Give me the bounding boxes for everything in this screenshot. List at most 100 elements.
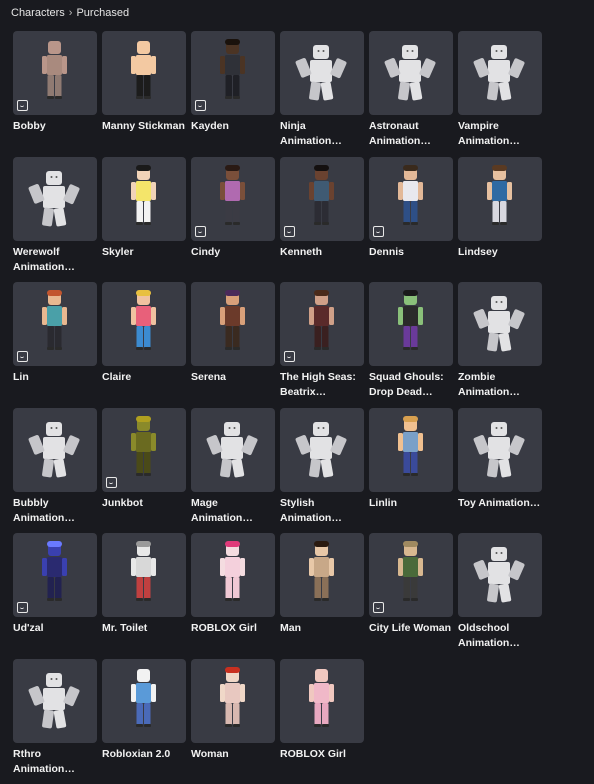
character-card[interactable]: Toy Animation… <box>458 408 542 534</box>
bundle-badge-icon <box>195 100 206 111</box>
character-avatar-icon <box>280 533 364 617</box>
breadcrumb-characters-link[interactable]: Characters <box>11 7 65 19</box>
character-card[interactable]: The High Seas: Beatrix… <box>280 282 364 408</box>
character-name: City Life Woman <box>369 621 453 636</box>
character-name: ROBLOX Girl <box>280 747 364 762</box>
character-card[interactable]: Kenneth <box>280 157 364 283</box>
character-card[interactable]: Rthro Animation… <box>13 659 97 784</box>
character-card[interactable]: Manny Stickman <box>102 31 186 157</box>
character-card[interactable]: Woman <box>191 659 275 784</box>
character-name: Lindsey <box>458 245 542 260</box>
character-thumbnail[interactable] <box>102 408 186 492</box>
character-card[interactable]: Lindsey <box>458 157 542 283</box>
character-card[interactable]: ROBLOX Girl <box>280 659 364 784</box>
character-thumbnail[interactable] <box>13 408 97 492</box>
breadcrumb-current: Purchased <box>76 7 129 19</box>
character-thumbnail[interactable] <box>369 533 453 617</box>
character-thumbnail[interactable] <box>280 533 364 617</box>
character-card[interactable]: Ninja Animation… <box>280 31 364 157</box>
animation-figure-icon <box>458 31 542 115</box>
character-name: Vampire Animation… <box>458 119 542 149</box>
character-card[interactable]: Claire <box>102 282 186 408</box>
character-thumbnail[interactable] <box>102 157 186 241</box>
character-name: Junkbot <box>102 496 186 511</box>
character-card[interactable]: Mr. Toilet <box>102 533 186 659</box>
character-thumbnail[interactable] <box>191 282 275 366</box>
character-thumbnail[interactable] <box>191 659 275 743</box>
character-card[interactable]: Linlin <box>369 408 453 534</box>
character-card[interactable]: Werewolf Animation… <box>13 157 97 283</box>
character-card[interactable]: Junkbot <box>102 408 186 534</box>
character-card[interactable]: Bobby <box>13 31 97 157</box>
breadcrumb: Characters › Purchased <box>11 6 129 20</box>
character-thumbnail[interactable] <box>191 157 275 241</box>
character-name: Mr. Toilet <box>102 621 186 636</box>
character-card[interactable]: Cindy <box>191 157 275 283</box>
character-thumbnail[interactable] <box>191 31 275 115</box>
character-card[interactable]: Ud'zal <box>13 533 97 659</box>
character-name: Bubbly Animation… <box>13 496 97 526</box>
character-name: Rthro Animation… <box>13 747 97 777</box>
character-thumbnail[interactable] <box>280 282 364 366</box>
character-thumbnail[interactable] <box>102 533 186 617</box>
character-name: Oldschool Animation… <box>458 621 542 651</box>
animation-figure-icon <box>458 282 542 366</box>
character-thumbnail[interactable] <box>280 659 364 743</box>
character-thumbnail[interactable] <box>13 157 97 241</box>
character-card[interactable]: City Life Woman <box>369 533 453 659</box>
character-avatar-icon <box>369 282 453 366</box>
character-card[interactable]: Dennis <box>369 157 453 283</box>
character-card[interactable]: Vampire Animation… <box>458 31 542 157</box>
character-thumbnail[interactable] <box>369 31 453 115</box>
character-card[interactable]: Lin <box>13 282 97 408</box>
character-name: ROBLOX Girl <box>191 621 275 636</box>
character-name: Bobby <box>13 119 97 134</box>
character-card[interactable]: Skyler <box>102 157 186 283</box>
animation-figure-icon <box>369 31 453 115</box>
character-name: Zombie Animation… <box>458 370 542 400</box>
character-thumbnail[interactable] <box>13 31 97 115</box>
character-thumbnail[interactable] <box>458 31 542 115</box>
character-avatar-icon <box>191 533 275 617</box>
character-thumbnail[interactable] <box>280 408 364 492</box>
character-thumbnail[interactable] <box>102 659 186 743</box>
character-card[interactable]: Stylish Animation… <box>280 408 364 534</box>
character-thumbnail[interactable] <box>13 282 97 366</box>
character-thumbnail[interactable] <box>13 533 97 617</box>
character-card[interactable]: Serena <box>191 282 275 408</box>
character-name: Robloxian 2.0 <box>102 747 186 762</box>
animation-figure-icon <box>458 408 542 492</box>
character-card[interactable]: Bubbly Animation… <box>13 408 97 534</box>
character-name: Linlin <box>369 496 453 511</box>
bundle-badge-icon <box>284 226 295 237</box>
character-name: Serena <box>191 370 275 385</box>
character-thumbnail[interactable] <box>369 157 453 241</box>
animation-figure-icon <box>13 659 97 743</box>
character-card[interactable]: Mage Animation… <box>191 408 275 534</box>
character-name: Kayden <box>191 119 275 134</box>
character-thumbnail[interactable] <box>369 282 453 366</box>
character-thumbnail[interactable] <box>280 31 364 115</box>
character-thumbnail[interactable] <box>458 157 542 241</box>
character-thumbnail[interactable] <box>191 408 275 492</box>
character-card[interactable]: Squad Ghouls: Drop Dead… <box>369 282 453 408</box>
character-card[interactable]: Zombie Animation… <box>458 282 542 408</box>
character-card[interactable]: Astronaut Animation… <box>369 31 453 157</box>
bundle-badge-icon <box>106 477 117 488</box>
character-thumbnail[interactable] <box>102 282 186 366</box>
character-card[interactable]: Man <box>280 533 364 659</box>
character-card[interactable]: Robloxian 2.0 <box>102 659 186 784</box>
character-thumbnail[interactable] <box>13 659 97 743</box>
character-thumbnail[interactable] <box>191 533 275 617</box>
character-thumbnail[interactable] <box>458 533 542 617</box>
animation-figure-icon <box>13 157 97 241</box>
character-thumbnail[interactable] <box>458 408 542 492</box>
character-thumbnail[interactable] <box>102 31 186 115</box>
bundle-badge-icon <box>373 226 384 237</box>
character-card[interactable]: ROBLOX Girl <box>191 533 275 659</box>
character-card[interactable]: Oldschool Animation… <box>458 533 542 659</box>
character-thumbnail[interactable] <box>458 282 542 366</box>
character-thumbnail[interactable] <box>369 408 453 492</box>
character-card[interactable]: Kayden <box>191 31 275 157</box>
character-thumbnail[interactable] <box>280 157 364 241</box>
